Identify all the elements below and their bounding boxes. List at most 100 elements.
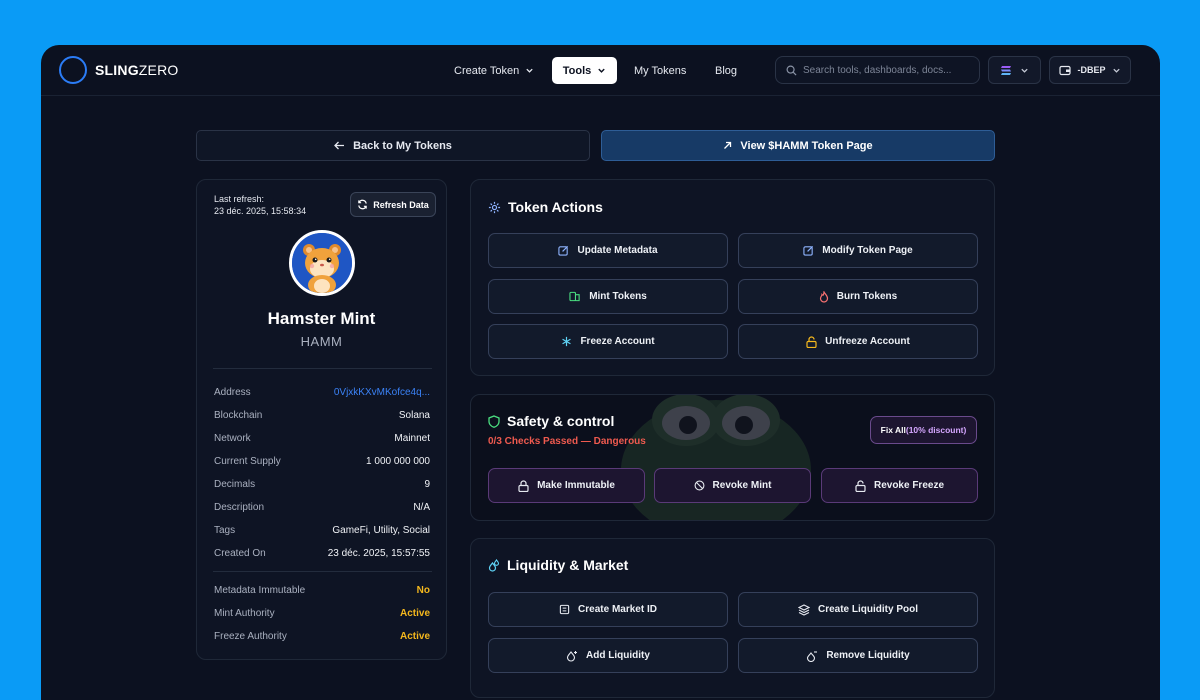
snowflake-icon [562,336,572,347]
brand-name-light: ZERO [138,62,179,78]
auth-row-metadata: Metadata Immutable No [214,585,430,596]
make-immutable-button[interactable]: Make Immutable [488,468,645,503]
button-label: Unfreeze Account [825,336,910,347]
detail-key: Created On [214,548,266,559]
freeze-account-button[interactable]: Freeze Account [488,324,728,359]
safety-title: Safety & control [507,413,615,429]
fix-all-discount: (10% discount) [905,425,967,435]
detail-key: Decimals [214,479,256,490]
flame-icon [819,290,828,303]
status-badge: Active [399,631,430,642]
fix-all-button[interactable]: Fix All (10% discount) [870,416,977,444]
chevron-down-icon [1112,68,1120,73]
token-info-card: Last refresh: 23 déc. 2025, 15:58:34 Ref… [196,179,447,660]
search-bar[interactable] [775,56,980,84]
unlock-icon [855,479,866,492]
divider [213,571,432,572]
button-label: Modify Token Page [822,245,913,256]
brand-logo[interactable]: SLINGZERO [59,56,178,84]
logo-ring-icon [59,56,87,84]
view-token-page-button[interactable]: View $HAMM Token Page [601,130,995,161]
auth-row-freeze: Freeze Authority Active [214,631,430,642]
edit-icon [558,245,569,256]
button-label: Freeze Account [580,336,655,347]
nav-create-token-label: Create Token [454,64,520,77]
nav-my-tokens[interactable]: My Tokens [624,57,696,84]
nav-create-token[interactable]: Create Token [444,57,544,84]
button-label: Mint Tokens [589,291,647,302]
droplet-minus-icon [807,650,818,662]
revoke-freeze-button[interactable]: Revoke Freeze [821,468,978,503]
chevron-down-icon [526,68,533,73]
button-label: Update Metadata [577,245,658,256]
unlock-icon [806,335,817,348]
back-button-label: Back to My Tokens [353,139,452,152]
detail-value: 23 déc. 2025, 15:57:55 [327,548,430,559]
detail-key: Current Supply [214,456,281,467]
refresh-data-button[interactable]: Refresh Data [350,192,436,217]
market-icon [559,604,570,615]
last-refresh: Last refresh: 23 déc. 2025, 15:58:34 [214,193,306,217]
update-metadata-button[interactable]: Update Metadata [488,233,728,268]
lock-icon [518,479,529,492]
arrow-left-icon [334,141,345,150]
detail-row-created: Created On 23 déc. 2025, 15:57:55 [214,548,430,559]
detail-row-decimals: Decimals 9 [214,479,430,490]
create-liquidity-pool-button[interactable]: Create Liquidity Pool [738,592,978,627]
panel-title: Liquidity & Market [488,557,628,573]
last-refresh-label: Last refresh: [214,194,265,204]
status-badge: Active [399,608,430,619]
detail-value: GameFi, Utility, Social [332,525,430,536]
button-label: Create Liquidity Pool [817,604,918,615]
detail-row-blockchain: Blockchain Solana [214,410,430,421]
fix-all-label: Fix All [880,425,906,435]
search-input[interactable] [803,64,968,76]
ban-icon [694,480,704,491]
detail-value: 9 [424,479,430,490]
detail-row-network: Network Mainnet [214,433,430,444]
token-symbol: HAMM [300,334,343,349]
unfreeze-account-button[interactable]: Unfreeze Account [738,324,978,359]
nav-my-tokens-label: My Tokens [634,64,687,77]
hamster-logo-icon [292,233,352,293]
back-to-my-tokens-button[interactable]: Back to My Tokens [196,130,590,161]
chevron-down-icon [1021,68,1028,73]
divider [213,368,432,369]
detail-key: Tags [214,525,236,536]
droplets-icon [488,558,500,572]
edit-icon [803,245,814,256]
solana-icon [1001,65,1011,75]
detail-value: Mainnet [394,433,430,444]
token-actions-title: Token Actions [508,199,603,215]
token-name: Hamster Mint [267,309,376,328]
button-label: Remove Liquidity [826,650,910,661]
remove-liquidity-button[interactable]: Remove Liquidity [738,638,978,673]
nav-tools[interactable]: Tools [552,57,617,84]
nav-blog[interactable]: Blog [705,57,747,84]
wallet-button[interactable]: -DBEP [1049,56,1131,84]
modify-token-page-button[interactable]: Modify Token Page [738,233,978,268]
create-market-id-button[interactable]: Create Market ID [488,592,728,627]
button-label: Revoke Mint [712,480,772,491]
button-label: Make Immutable [537,480,615,491]
search-icon [786,65,797,76]
droplet-plus-icon [566,650,578,662]
panel-title: Token Actions [488,199,603,215]
gear-icon [488,201,501,213]
burn-tokens-button[interactable]: Burn Tokens [738,279,978,314]
address-link[interactable]: 0VjxkKXvMKofce4q... [334,387,430,398]
top-nav: SLINGZERO Create Token Tools My Tokens B… [41,45,1160,96]
add-liquidity-button[interactable]: Add Liquidity [488,638,728,673]
detail-row-tags: Tags GameFi, Utility, Social [214,525,430,536]
last-refresh-time: 23 déc. 2025, 15:58:34 [214,206,307,216]
status-badge: No [416,585,430,596]
chain-selector[interactable] [988,56,1041,84]
mint-tokens-button[interactable]: Mint Tokens [488,279,728,314]
auth-row-mint: Mint Authority Active [214,608,430,619]
button-label: Create Market ID [578,604,657,615]
button-label: Revoke Freeze [873,480,945,491]
mint-icon [569,291,580,302]
chevron-down-icon [598,68,605,73]
revoke-mint-button[interactable]: Revoke Mint [654,468,811,503]
safety-control-panel: Safety & control 0/3 Checks Passed — Dan… [470,394,995,521]
